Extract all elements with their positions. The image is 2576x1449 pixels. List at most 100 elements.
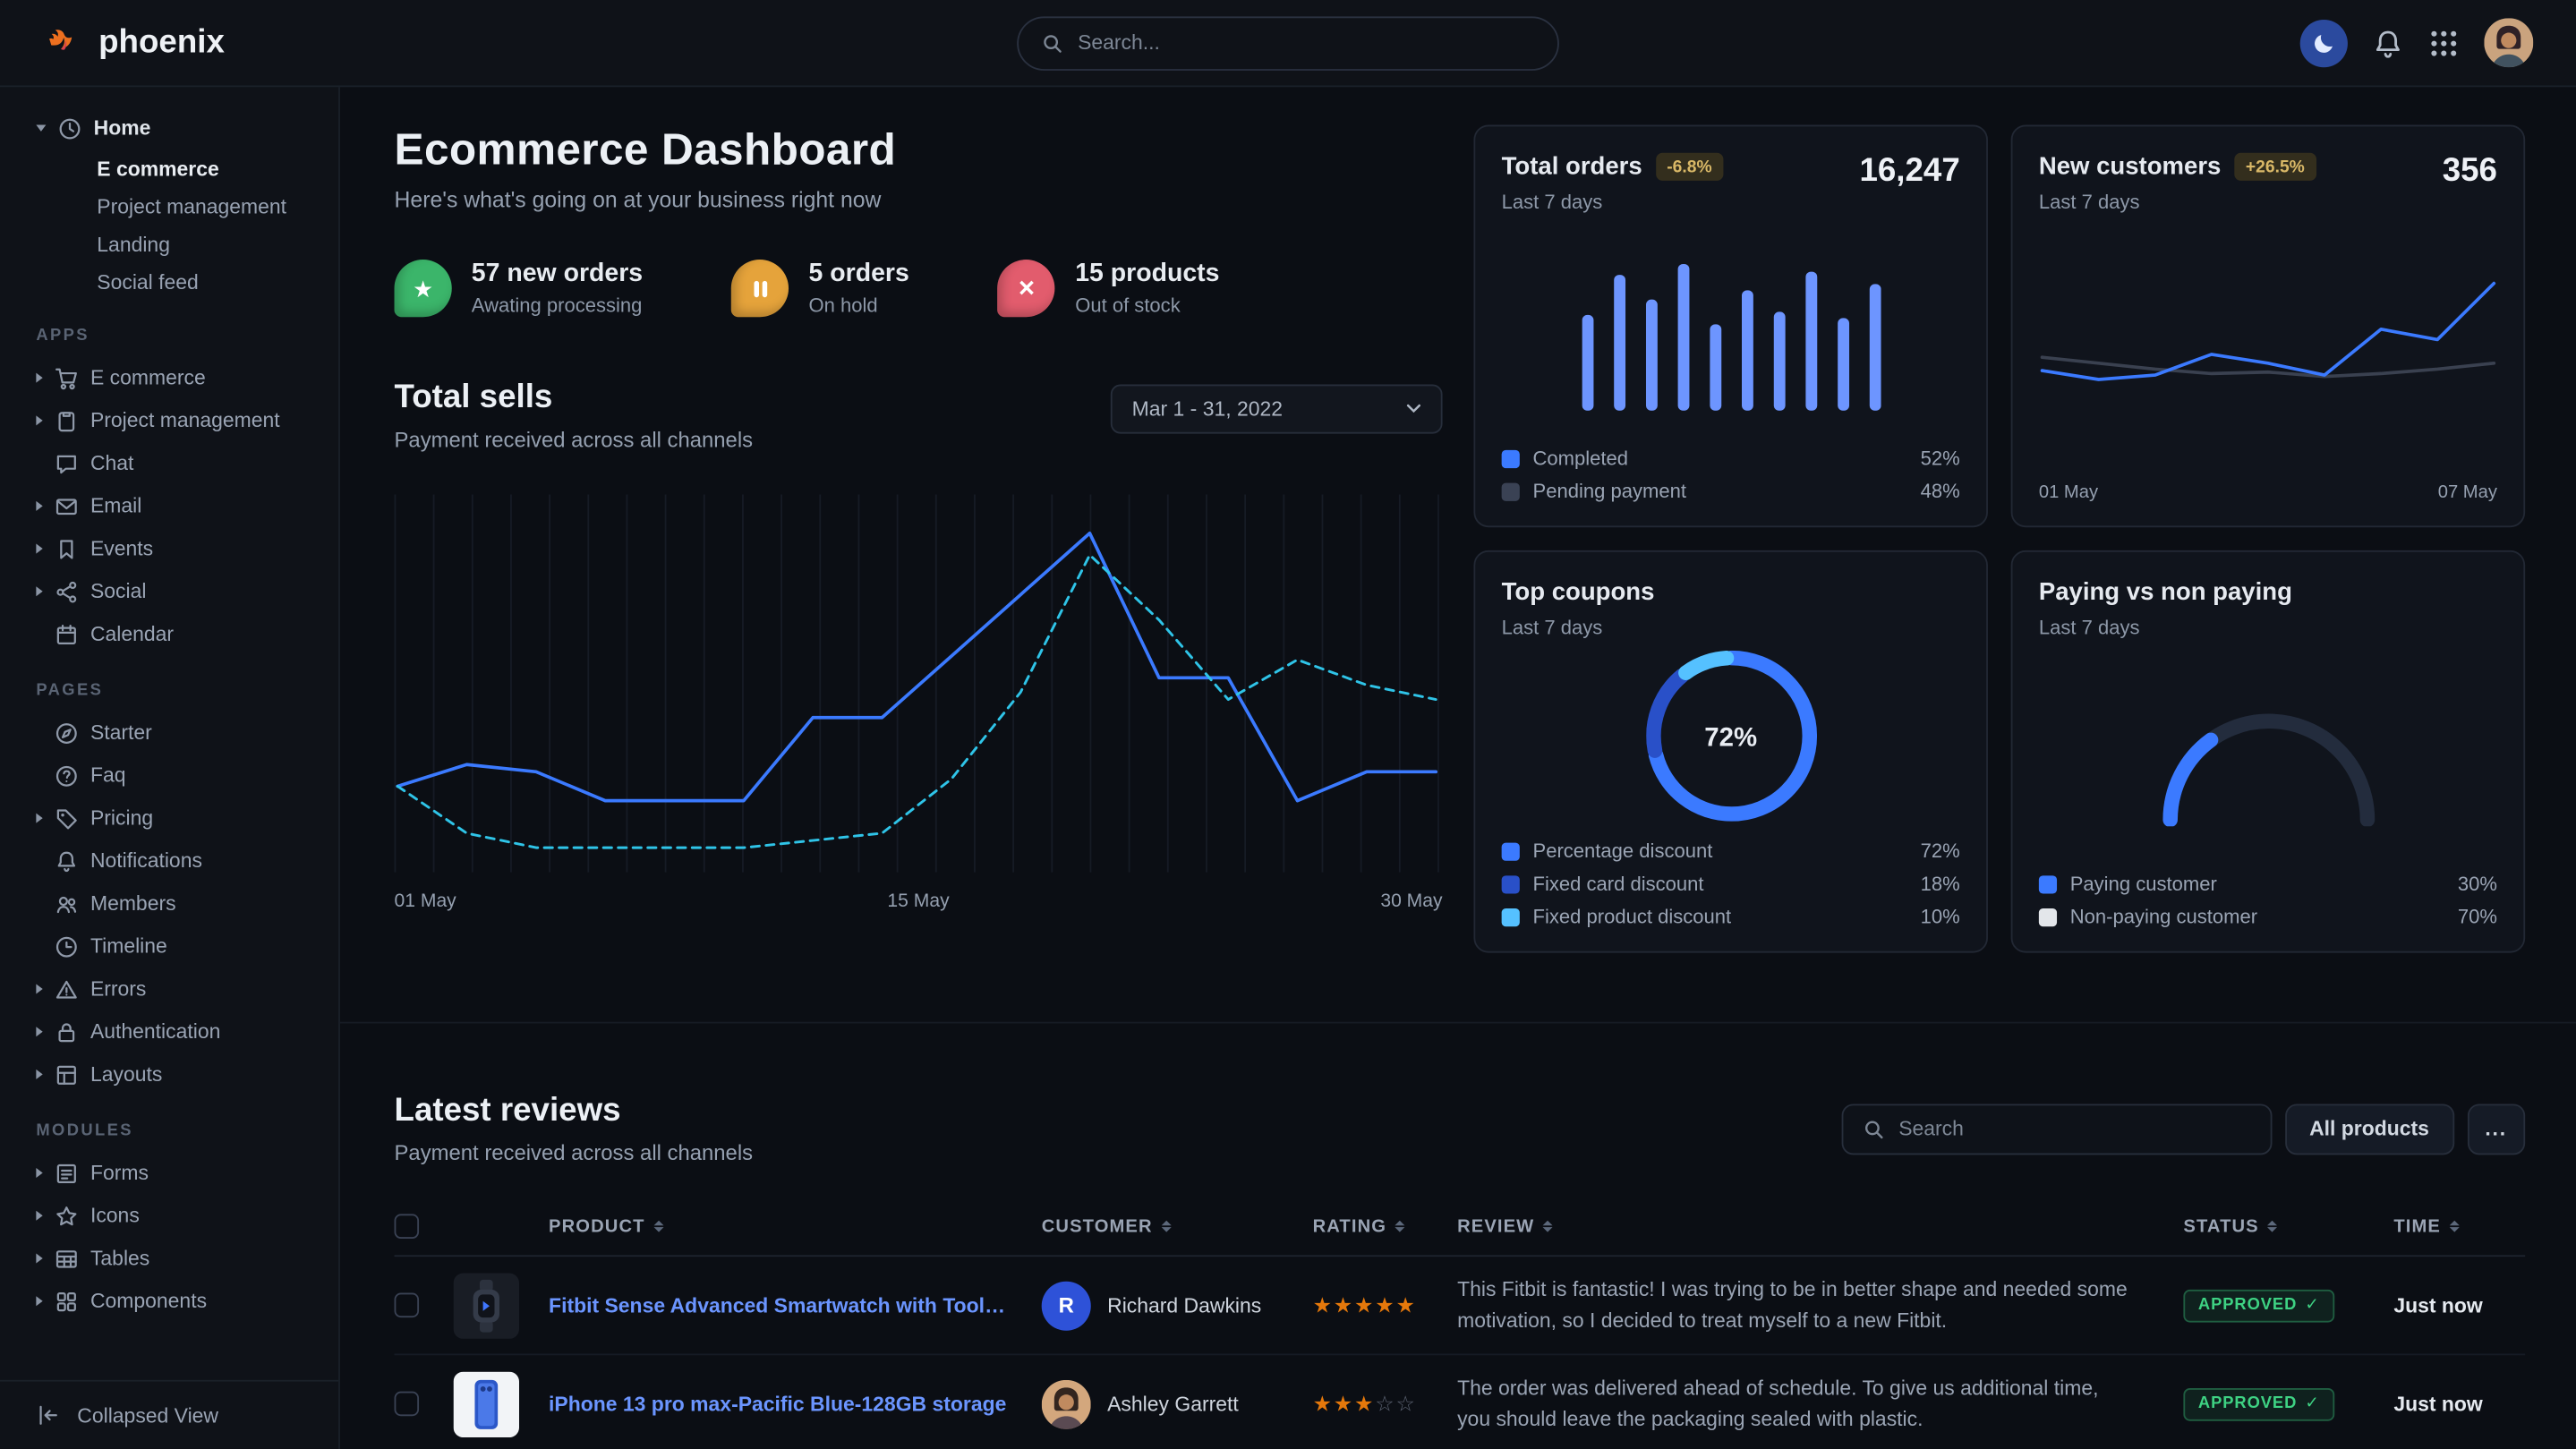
sidebar-item-home[interactable]: Home: [0, 107, 338, 149]
stat-value: 15 products: [1075, 260, 1219, 289]
total-orders-value: 16,247: [1859, 153, 1959, 191]
select-all-checkbox[interactable]: [395, 1214, 420, 1239]
orders-bar-chart: [1502, 214, 1960, 447]
global-search[interactable]: [1017, 15, 1559, 70]
sidebar-item-project-management[interactable]: Project management: [0, 399, 338, 442]
row-checkbox[interactable]: [395, 1293, 420, 1318]
caret-icon: [36, 124, 46, 131]
column-header-product[interactable]: PRODUCT: [549, 1216, 1042, 1236]
caret-icon: [36, 1027, 42, 1036]
brand[interactable]: phoenix: [46, 23, 224, 63]
customer-cell: RRichard Dawkins: [1042, 1281, 1313, 1330]
sidebar-item-e-commerce[interactable]: E commerce: [0, 356, 338, 399]
legend-value: 52%: [1921, 447, 1960, 470]
legend-label: Pending payment: [1533, 480, 1686, 503]
legend-value: 70%: [2458, 905, 2497, 928]
sidebar-item-label: Events: [90, 537, 153, 560]
reviews-search[interactable]: [1841, 1104, 2272, 1155]
sidebar-item-authentication[interactable]: Authentication: [0, 1010, 338, 1053]
check-icon: ✓: [2305, 1395, 2319, 1413]
all-products-button[interactable]: All products: [2285, 1104, 2454, 1155]
new-customers-x-axis: 01 May 07 May: [2039, 483, 2497, 503]
user-avatar[interactable]: [2484, 18, 2533, 67]
column-label: STATUS: [2183, 1216, 2258, 1236]
sidebar-item-layouts[interactable]: Layouts: [0, 1053, 338, 1096]
sidebar-item-label: Home: [94, 116, 151, 140]
sort-icon: [1543, 1220, 1553, 1232]
column-header-rating[interactable]: RATING: [1313, 1216, 1458, 1236]
sidebar-section-label: APPS: [0, 301, 338, 356]
sidebar-item-faq[interactable]: Faq: [0, 754, 338, 797]
global-search-input[interactable]: [1078, 31, 1534, 55]
legend-swatch: [2039, 908, 2057, 925]
product-cell: iPhone 13 pro max-Pacific Blue-128GB sto…: [549, 1393, 1042, 1416]
cart-icon: [55, 365, 80, 390]
status-badge: APPROVED✓: [2183, 1388, 2334, 1421]
new-customers-chart: [2039, 214, 2497, 483]
phoenix-logo-icon: [46, 23, 85, 63]
sidebar-item-notifications[interactable]: Notifications: [0, 840, 338, 882]
sidebar-item-tables[interactable]: Tables: [0, 1237, 338, 1280]
sidebar-subitem-project-management[interactable]: Project management: [0, 187, 338, 225]
sidebar-item-icons[interactable]: Icons: [0, 1194, 338, 1237]
envelope-icon: [55, 494, 80, 519]
column-header-customer[interactable]: CUSTOMER: [1042, 1216, 1313, 1236]
sidebar-item-timeline[interactable]: Timeline: [0, 925, 338, 967]
sidebar-item-social[interactable]: Social: [0, 570, 338, 613]
total-sells-chart: [395, 491, 1443, 876]
apps-grid-button[interactable]: [2428, 27, 2460, 58]
reviews-search-input[interactable]: [1898, 1117, 2250, 1140]
sidebar-item-label: E commerce: [90, 366, 206, 389]
sidebar-item-events[interactable]: Events: [0, 527, 338, 570]
product-link[interactable]: Fitbit Sense Advanced Smartwatch with To…: [549, 1293, 1042, 1317]
sidebar-item-components[interactable]: Components: [0, 1280, 338, 1323]
sidebar-item-chat[interactable]: Chat: [0, 442, 338, 485]
sort-icon: [2267, 1220, 2277, 1232]
row-checkbox[interactable]: [395, 1392, 420, 1417]
date-range-select[interactable]: Mar 1 - 31, 2022: [1111, 385, 1443, 434]
sidebar-item-label: Notifications: [90, 849, 202, 873]
card-period: Last 7 days: [2039, 191, 2316, 214]
sidebar-item-pricing[interactable]: Pricing: [0, 797, 338, 840]
page-subtitle: Here's what's going on at your business …: [395, 187, 1443, 212]
legend-item: Non-paying customer70%: [2039, 905, 2497, 928]
sidebar-nav: HomeE commerceProject managementLandingS…: [0, 87, 338, 1380]
sidebar-subitem-e-commerce[interactable]: E commerce: [0, 149, 338, 187]
theme-toggle-button[interactable]: [2300, 19, 2348, 66]
sidebar-item-email[interactable]: Email: [0, 484, 338, 527]
sidebar-subitem-landing[interactable]: Landing: [0, 225, 338, 262]
more-options-button[interactable]: ...: [2467, 1104, 2525, 1155]
notifications-button[interactable]: [2372, 27, 2403, 58]
column-header-review[interactable]: REVIEW: [1457, 1216, 2183, 1236]
x-tick: 01 May: [395, 892, 456, 912]
sort-icon: [653, 1220, 663, 1232]
review-time: Just now: [2393, 1393, 2525, 1416]
reviews-table: PRODUCTCUSTOMERRATINGREVIEWSTATUS TIME Fi…: [395, 1207, 2526, 1449]
components-icon: [55, 1289, 80, 1314]
form-icon: [55, 1161, 80, 1186]
collapsed-view-toggle[interactable]: Collapsed View: [0, 1380, 338, 1449]
sidebar-item-forms[interactable]: Forms: [0, 1152, 338, 1195]
sidebar-item-members[interactable]: Members: [0, 882, 338, 925]
latest-reviews-section: Latest reviews Payment received across a…: [340, 1024, 2576, 1449]
product-link[interactable]: iPhone 13 pro max-Pacific Blue-128GB sto…: [549, 1393, 1042, 1416]
collapse-icon: [36, 1403, 61, 1428]
orders-legend: Completed52%Pending payment48%: [1502, 447, 1960, 502]
chevron-down-icon: [1406, 405, 1421, 414]
sidebar-item-label: Starter: [90, 721, 152, 745]
column-header-status[interactable]: STATUS: [2183, 1216, 2393, 1236]
sidebar-subitem-social-feed[interactable]: Social feed: [0, 263, 338, 301]
legend-value: 30%: [2458, 873, 2497, 896]
legend-swatch: [1502, 482, 1520, 500]
legend-item: Fixed product discount10%: [1502, 905, 1960, 928]
sort-icon: [1395, 1220, 1404, 1232]
sidebar-item-errors[interactable]: Errors: [0, 967, 338, 1010]
sidebar-item-starter[interactable]: Starter: [0, 712, 338, 754]
legend-label: Fixed card discount: [1533, 873, 1704, 896]
top-coupons-card: Top coupons Last 7 days 72% Percentage d…: [1473, 550, 1988, 953]
sidebar-item-label: Email: [90, 494, 141, 517]
column-header-time[interactable]: TIME: [2393, 1216, 2525, 1236]
sidebar-item-calendar[interactable]: Calendar: [0, 613, 338, 656]
sidebar-item-label: Forms: [90, 1162, 149, 1185]
product-thumbnail: [454, 1273, 519, 1338]
